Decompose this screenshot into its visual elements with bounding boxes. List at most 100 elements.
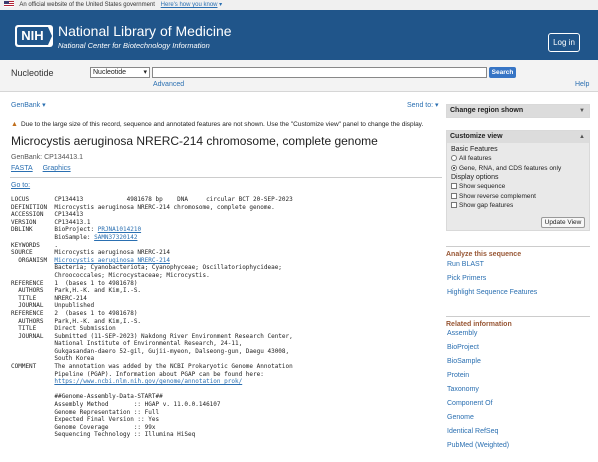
- record-line: REFERENCE 1 (bases 1 to 4981678): [11, 279, 138, 287]
- site-subtitle: National Center for Biotechnology Inform…: [58, 41, 210, 50]
- gene-rna-cds-radio[interactable]: Gene, RNA, and CDS features only: [447, 164, 589, 174]
- bioproject-link[interactable]: PRJNA1014210: [98, 226, 141, 233]
- show-gap-features-checkbox[interactable]: Show gap features: [447, 201, 589, 211]
- all-features-radio[interactable]: All features: [447, 154, 589, 164]
- help-link[interactable]: Help: [575, 81, 589, 88]
- change-region-header[interactable]: Change region shown ▼: [447, 105, 589, 117]
- heres-how-link[interactable]: Here's how you know: [161, 2, 218, 8]
- chevron-down-icon: ▾: [217, 2, 223, 8]
- send-to-label: Send to:: [407, 102, 434, 109]
- related-bioproject-link[interactable]: BioProject: [447, 344, 479, 351]
- record-line: ORGANISM: [11, 256, 55, 264]
- record-line: Genome Representation :: Full: [11, 408, 160, 416]
- analyze-title: Analyze this sequence: [446, 251, 522, 258]
- customize-view-header[interactable]: Customize view ▲: [447, 131, 589, 143]
- related-component-of-link[interactable]: Component Of: [447, 400, 493, 407]
- warning-text: Due to the large size of this record, se…: [20, 121, 424, 128]
- show-sequence-checkbox[interactable]: Show sequence: [447, 182, 589, 192]
- record-line: COMMENT The annotation was added by the …: [11, 363, 293, 371]
- fasta-link[interactable]: FASTA: [11, 165, 33, 172]
- customize-view-title: Customize view: [450, 133, 503, 140]
- nih-logo-arrow-icon: [48, 27, 52, 45]
- display-options-label: Display options: [451, 174, 499, 181]
- record-line: TITLE Direct Submission: [11, 325, 116, 333]
- record-line: TITLE NRERC-214: [11, 294, 87, 302]
- checkbox-icon: [451, 183, 457, 189]
- checkbox-icon: [451, 202, 457, 208]
- record-line: KEYWORDS .: [11, 241, 58, 249]
- related-biosample-link[interactable]: BioSample: [447, 358, 481, 365]
- database-select[interactable]: Nucleotide: [90, 67, 150, 78]
- record-line: LOCUS CP134413 4981678 bp DNA circular B…: [11, 196, 293, 203]
- record-line: Assembly Method :: HGAP v. 11.0.0.146107: [11, 401, 221, 409]
- radio-icon: [451, 155, 457, 161]
- record-line: VERSION CP134413.1: [11, 218, 91, 226]
- us-flag-icon: [4, 1, 14, 7]
- record-accession: GenBank: CP134413.1: [11, 154, 83, 161]
- record-line: Genome Coverage :: 99x: [11, 423, 156, 431]
- related-identical-refseq-link[interactable]: Identical RefSeq: [447, 428, 498, 435]
- customize-view-panel: Customize view ▲ Basic Features All featu…: [446, 130, 590, 231]
- login-button[interactable]: Log in: [548, 33, 580, 52]
- record-line: BioSample:: [11, 233, 95, 241]
- goto-link[interactable]: Go to:: [11, 182, 30, 189]
- record-line: AUTHORS Park,H.-K. and Kim,I.-S.: [11, 317, 142, 325]
- site-title[interactable]: National Library of Medicine: [58, 23, 232, 39]
- divider: [10, 177, 442, 178]
- genbank-record-text: LOCUS CP134413 4981678 bp DNA circular B…: [11, 196, 441, 439]
- warning-icon: ▲: [11, 121, 18, 128]
- record-line: ##Genome-Assembly-Data-START##: [11, 393, 163, 401]
- record-line: Chroococcales; Microcystaceae; Microcyst…: [11, 271, 210, 279]
- highlight-sequence-features-link[interactable]: Highlight Sequence Features: [447, 289, 537, 296]
- related-pubmed-weighted-link[interactable]: PubMed (Weighted): [447, 442, 509, 449]
- nih-logo[interactable]: NIH: [15, 25, 53, 47]
- record-line: AUTHORS Park,H.-K. and Kim,I.-S.: [11, 287, 142, 295]
- related-protein-link[interactable]: Protein: [447, 372, 469, 379]
- chevron-down-icon: ▾: [42, 102, 46, 109]
- checkbox-label: Show sequence: [459, 183, 506, 190]
- change-region-panel[interactable]: Change region shown ▼: [446, 104, 590, 118]
- advanced-search-link[interactable]: Advanced: [153, 81, 184, 88]
- related-information-section: Related information: [446, 316, 590, 328]
- organism-link[interactable]: Microcystis aeruginosa NRERC-214: [54, 257, 170, 264]
- record-line: ACCESSION CP134413: [11, 211, 84, 219]
- pgap-link[interactable]: https://www.ncbi.nlm.nih.gov/genome/anno…: [54, 378, 242, 385]
- record-line: Gukgasandan-daero 52-gil, Gujii-myeon, D…: [11, 347, 290, 355]
- genbank-label: GenBank: [11, 102, 41, 109]
- record-line: Bacteria; Cyanobacteriota; Cyanophyceae;…: [11, 264, 282, 272]
- checkbox-label: Show gap features: [459, 202, 514, 209]
- record-line: SOURCE Microcystis aeruginosa NRERC-214: [11, 249, 170, 257]
- search-bar: Nucleotide Nucleotide Search Advanced He…: [0, 60, 598, 92]
- record-line: South Korea: [11, 355, 95, 363]
- graphics-link[interactable]: Graphics: [43, 165, 71, 172]
- record-line: JOURNAL Submitted (11-SEP-2023) Nakdong …: [11, 332, 293, 340]
- search-input[interactable]: [152, 67, 487, 78]
- send-to-menu[interactable]: Send to: ▾: [407, 101, 439, 109]
- related-genome-link[interactable]: Genome: [447, 414, 474, 421]
- show-reverse-complement-checkbox[interactable]: Show reverse complement: [447, 192, 589, 202]
- pick-primers-link[interactable]: Pick Primers: [447, 275, 486, 282]
- update-view-button[interactable]: Update View: [541, 217, 585, 228]
- related-taxonomy-link[interactable]: Taxonomy: [447, 386, 479, 393]
- record-line: Expected Final Version :: Yes: [11, 416, 160, 424]
- gov-banner: An official website of the United States…: [0, 0, 598, 10]
- expand-triangle-icon: ▼: [579, 108, 585, 114]
- run-blast-link[interactable]: Run BLAST: [447, 261, 484, 268]
- large-record-warning: ▲ Due to the large size of this record, s…: [11, 121, 423, 128]
- related-information-title: Related information: [446, 321, 512, 328]
- record-line: Pipeline (PGAP). Information about PGAP …: [11, 370, 264, 378]
- radio-label: All features: [459, 155, 492, 162]
- record-title: Microcystis aeruginosa NRERC-214 chromos…: [11, 134, 378, 148]
- chevron-down-icon: ▾: [435, 102, 439, 109]
- related-assembly-link[interactable]: Assembly: [447, 330, 477, 337]
- ncbi-header: NIH National Library of Medicine Nationa…: [0, 10, 598, 60]
- record-line: Sequencing Technology :: Illumina HiSeq: [11, 431, 196, 439]
- change-region-title: Change region shown: [450, 107, 524, 114]
- search-button[interactable]: Search: [489, 67, 516, 78]
- genbank-format-menu[interactable]: GenBank ▾: [11, 101, 46, 109]
- biosample-link[interactable]: SAMN37320142: [94, 234, 137, 241]
- basic-features-label: Basic Features: [451, 146, 498, 153]
- radio-selected-icon: [451, 164, 457, 171]
- record-line: DEFINITION Microcystis aeruginosa NRERC-…: [11, 203, 275, 211]
- record-line: DBLINK BioProject:: [11, 226, 98, 234]
